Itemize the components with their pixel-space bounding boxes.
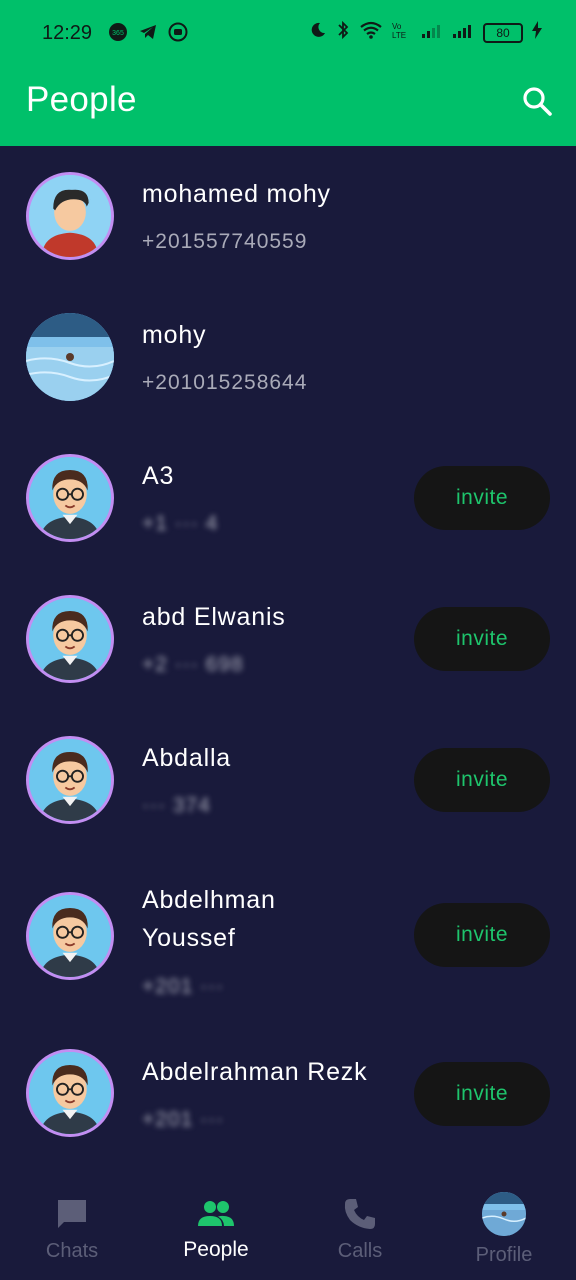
nav-label: Calls [337,1240,383,1262]
contact-name: Abdelhman Youssef [142,886,276,952]
svg-text:LTE: LTE [392,31,406,40]
nav-label: Profile [475,1244,533,1266]
nav-people[interactable]: People [156,1180,276,1280]
bottom-navigation: Chats People Calls Profile [0,1180,576,1280]
invite-button[interactable]: invite [414,748,550,812]
search-icon [523,87,552,116]
status-time: 12:29 [42,22,93,44]
nav-profile[interactable]: Profile [444,1180,564,1280]
contact-row[interactable]: Abdelrahman Rezk +201 ··· invite [0,1021,576,1171]
nav-label: People [183,1238,249,1261]
status-right-icons: Vo LTE 80 [309,20,542,45]
contact-phone: +201557740559 [142,230,308,253]
telegram-icon [138,22,158,42]
status-bar: 12:29 365 Vo LTE 80 [0,0,576,66]
contact-name: mohamed mohy [142,180,331,208]
battery-icon: 80 [483,22,523,43]
volte-icon: Vo LTE [392,20,412,45]
app-bar: 12:29 365 Vo LTE 80 People [0,0,576,146]
contact-name: Abdalla [142,744,231,772]
invite-button[interactable]: invite [414,607,550,671]
invite-button[interactable]: invite [414,466,550,530]
app-icon [168,22,188,42]
contact-row[interactable]: A3 +1 ··· 4 invite [0,428,576,569]
charging-icon [532,21,542,44]
invite-button[interactable]: invite [414,1062,550,1126]
contact-phone: +1 ··· 4 [142,512,219,535]
user-avatar [26,172,114,260]
contact-name: abd Elwanis [142,603,286,631]
chat-icon [58,1200,86,1228]
contact-row[interactable]: abd Elwanis +2 ··· 698 invite [0,569,576,710]
status-left-icons: 365 [108,22,188,42]
bluetooth-icon [336,20,350,45]
contact-name: A3 [142,462,175,490]
contact-row[interactable]: Abdelhman Youssef +201 ··· invite [0,851,576,1021]
wifi-icon [359,20,383,45]
search-button[interactable] [520,84,554,118]
nav-label: Chats [45,1240,99,1262]
page-title: People [26,80,137,119]
contact-row[interactable]: Abdalla ··· 374 invite [0,710,576,851]
moon-icon [309,21,327,44]
invite-button[interactable]: invite [414,903,550,967]
default-avatar [26,1049,114,1137]
photo-avatar [26,313,114,401]
signal-icon [452,22,474,44]
contact-phone: ··· 374 [142,794,211,817]
svg-text:Vo: Vo [392,22,402,31]
default-avatar [26,892,114,980]
default-avatar [26,454,114,542]
contact-phone: +2 ··· 698 [142,653,244,676]
contact-row[interactable]: mohamed mohy +201557740559 [0,146,576,287]
default-avatar [26,595,114,683]
profile-avatar [482,1192,526,1236]
default-avatar [26,736,114,824]
contact-row[interactable]: mohy +201015258644 [0,287,576,428]
svg-text:365: 365 [112,30,124,37]
365-icon: 365 [108,22,128,42]
contact-phone: +201 ··· [142,1108,225,1131]
nav-chats[interactable]: Chats [12,1180,132,1280]
contact-name: Abdelrahman Rezk [142,1058,368,1086]
signal-icon [421,22,443,44]
contact-phone: +201 ··· [142,975,225,998]
people-icon [198,1201,234,1226]
contact-name: mohy [142,321,207,349]
phone-icon [344,1199,375,1229]
contact-phone: +201015258644 [142,371,308,394]
nav-calls[interactable]: Calls [300,1180,420,1280]
